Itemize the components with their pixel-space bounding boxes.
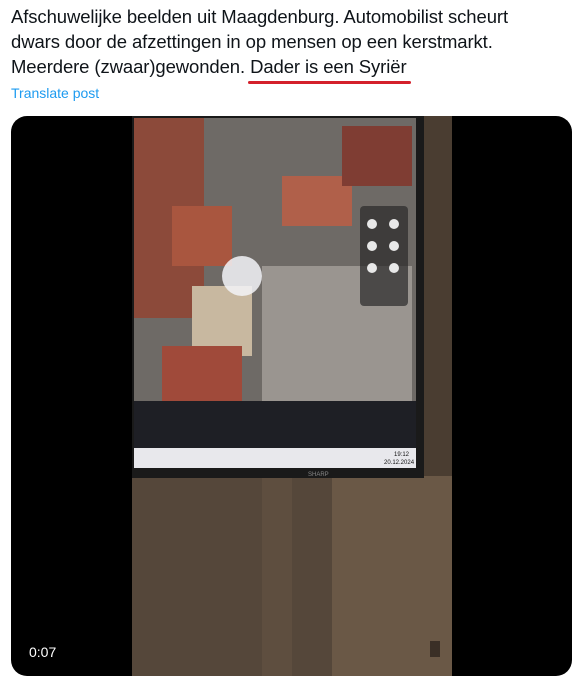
camera-control-icon-1 xyxy=(367,219,377,229)
video-still: 19:12 20.12.2024 SHARP xyxy=(132,116,452,676)
monitor-brand: SHARP xyxy=(308,472,329,478)
stall-roof-2 xyxy=(282,176,352,226)
crowd-area xyxy=(134,401,416,456)
camera-controls-panel xyxy=(360,206,408,306)
camera-control-icon-3 xyxy=(367,241,377,251)
timber-house xyxy=(192,286,252,356)
monitor-screen: 19:12 20.12.2024 xyxy=(134,118,416,468)
tweet-text-line-3: Meerdere (zwaar)gewonden. Dader is een S… xyxy=(11,54,579,84)
monitor-stand-area xyxy=(262,478,292,676)
camera-control-icon-5 xyxy=(367,263,377,273)
screen-date: 20.12.2024 xyxy=(384,460,415,466)
stall-roof-3 xyxy=(162,346,242,406)
camera-control-icon-4 xyxy=(389,241,399,251)
tweet-text-line-3-prefix: Meerdere (zwaar)gewonden. xyxy=(11,56,251,77)
stall-roof-1 xyxy=(172,206,232,266)
camera-control-icon-6 xyxy=(389,263,399,273)
tweet-text-line-2: dwars door de afzettingen in op mensen o… xyxy=(11,31,493,52)
camera-control-icon-2 xyxy=(389,219,399,229)
power-outlet xyxy=(430,641,440,657)
tweet-text-line-1: Afschuwelijke beelden uit Maagdenburg. A… xyxy=(11,6,508,27)
highlighted-phrase: Dader is een Syriër xyxy=(248,54,411,84)
light-flare xyxy=(222,256,262,296)
highlighted-phrase-text: Dader is een Syriër xyxy=(250,56,407,77)
red-underline xyxy=(248,81,411,84)
screen-taskbar xyxy=(134,448,416,468)
video-frame[interactable]: 19:12 20.12.2024 SHARP xyxy=(132,116,452,676)
video-duration: 0:07 xyxy=(29,644,57,660)
building-roof xyxy=(342,126,412,186)
video-player[interactable]: 19:12 20.12.2024 SHARP 0:07 xyxy=(11,116,572,676)
screen-clock: 19:12 xyxy=(394,452,410,458)
tweet-text: Afschuwelijke beelden uit Maagdenburg. A… xyxy=(11,4,579,84)
translate-post-link[interactable]: Translate post xyxy=(11,85,99,101)
